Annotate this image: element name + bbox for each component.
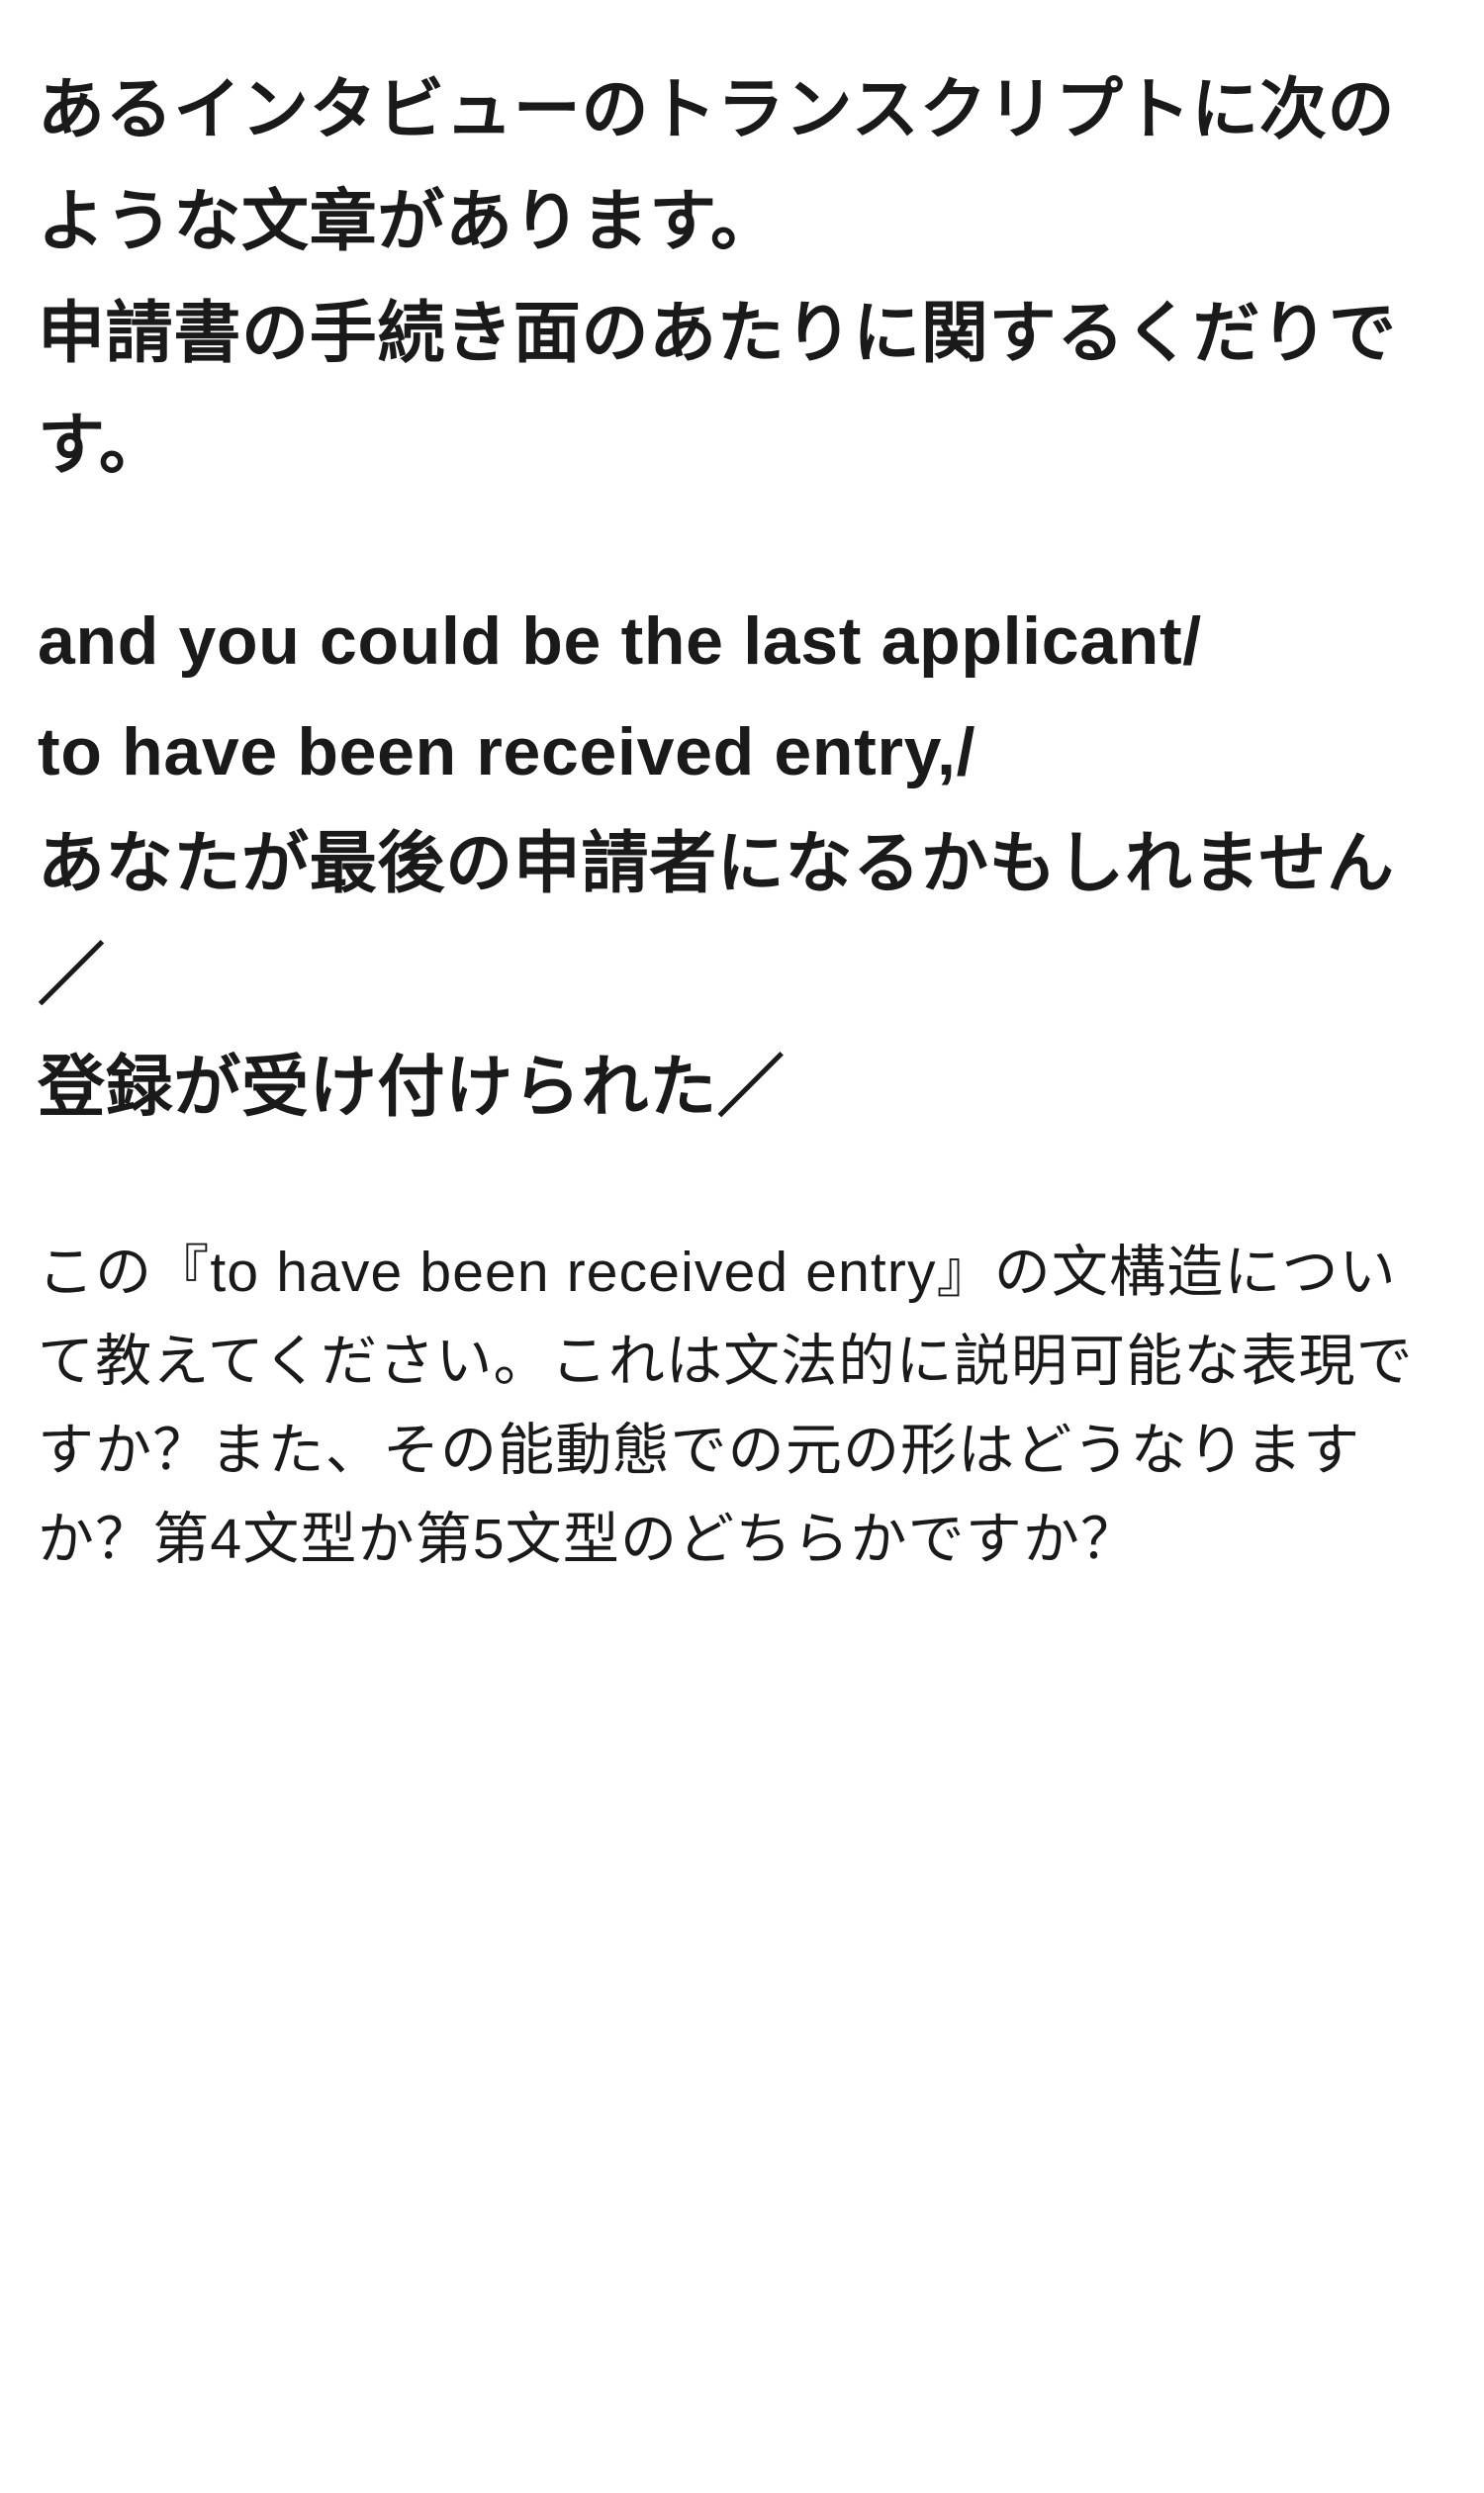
- transcript-japanese-1: あなたが最後の申請者になるかもしれません／: [38, 808, 1446, 1032]
- question-paragraph: この『to have been received entry』の文構造について教…: [38, 1228, 1446, 1584]
- intro-line-2: 申請書の手続き面のあたりに関するくだりです。: [38, 296, 1397, 483]
- question-text: この『to have been received entry』の文構造について教…: [38, 1241, 1414, 1571]
- transcript-english-2: to have been received entry,/: [38, 696, 1446, 808]
- intro-paragraph: あるインタビューのトランスクリプトに次のような文章があります。 申請書の手続き面…: [38, 54, 1446, 502]
- transcript-english-1: and you could be the last applicant/: [38, 586, 1446, 697]
- transcript-japanese-2: 登録が受け付けられた／: [38, 1032, 1446, 1144]
- transcript-block: and you could be the last applicant/ to …: [38, 586, 1446, 1144]
- intro-line-1: あるインタビューのトランスクリプトに次のような文章があります。: [38, 72, 1395, 259]
